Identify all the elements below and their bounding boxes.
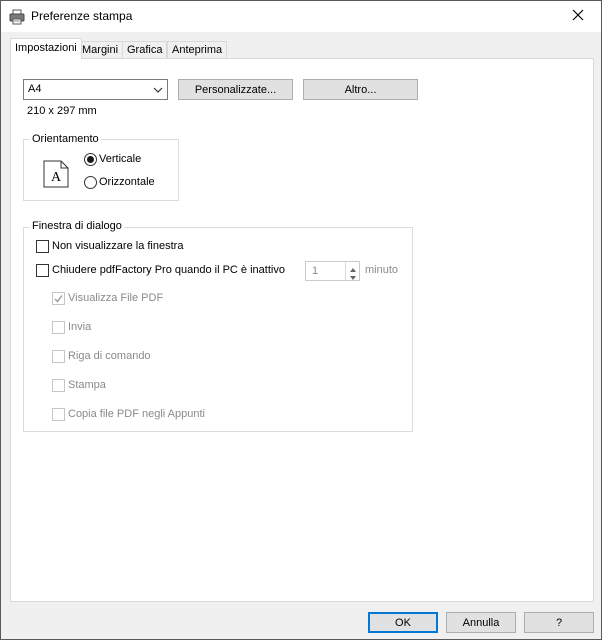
tab-label: Grafica [127, 44, 163, 56]
close-when-idle-label: Chiudere pdfFactory Pro quando il PC è i… [52, 264, 285, 276]
print-preferences-dialog: Preferenze stampa Impostazioni Margini G… [0, 0, 602, 640]
landscape-radio[interactable] [84, 176, 97, 189]
send-label: Invia [68, 321, 92, 333]
tab-anteprima[interactable]: Anteprima [167, 41, 228, 59]
print-checkbox[interactable] [52, 379, 65, 392]
cancel-button[interactable]: Annulla [446, 612, 516, 633]
chevron-down-icon[interactable] [349, 272, 357, 284]
landscape-label: Orizzontale [99, 176, 155, 188]
custom-size-label: Personalizzate... [194, 83, 277, 96]
tab-label: Anteprima [172, 44, 223, 56]
portrait-radio[interactable] [84, 153, 97, 166]
tab-impostazioni[interactable]: Impostazioni [10, 38, 82, 59]
svg-text:A: A [51, 170, 62, 185]
stepper-arrows[interactable] [345, 262, 359, 280]
printer-icon [9, 9, 25, 25]
dialog-group-label: Finestra di dialogo [30, 220, 124, 232]
print-label: Stampa [68, 379, 106, 391]
help-button[interactable]: ? [524, 612, 594, 633]
command-line-label: Riga di comando [68, 350, 151, 362]
title-bar: Preferenze stampa [1, 1, 601, 32]
copy-clipboard-label: Copia file PDF negli Appunti [68, 408, 205, 420]
dont-show-checkbox[interactable] [36, 240, 49, 253]
other-size-button[interactable]: Altro... [303, 79, 418, 100]
paper-size-select[interactable]: A4 [23, 79, 168, 100]
close-button[interactable] [555, 1, 601, 31]
tab-grafica[interactable]: Grafica [122, 41, 168, 59]
tab-label: Margini [82, 44, 119, 56]
custom-size-button[interactable]: Personalizzate... [178, 79, 293, 100]
close-when-idle-checkbox[interactable] [36, 264, 49, 277]
tab-margini[interactable]: Margini [77, 41, 124, 59]
ok-label: OK [395, 616, 411, 629]
portrait-label: Verticale [99, 153, 142, 165]
tab-label: Impostazioni [15, 42, 77, 54]
window-title: Preferenze stampa [31, 9, 133, 23]
idle-minutes-value: 1 [312, 265, 319, 277]
cancel-label: Annulla [462, 616, 500, 629]
paper-size-value: A4 [28, 83, 42, 95]
idle-minutes-stepper[interactable]: 1 [305, 261, 360, 281]
dont-show-label: Non visualizzare la finestra [52, 240, 184, 252]
idle-minutes-unit: minuto [365, 264, 399, 276]
close-icon [572, 9, 584, 24]
show-pdf-label: Visualizza File PDF [68, 292, 164, 304]
orientation-group-label: Orientamento [30, 133, 101, 145]
help-label: ? [555, 616, 563, 629]
command-line-checkbox[interactable] [52, 350, 65, 363]
show-pdf-checkbox[interactable] [52, 292, 65, 305]
chevron-down-icon [153, 85, 163, 95]
other-size-label: Altro... [344, 83, 377, 96]
ok-button[interactable]: OK [368, 612, 438, 633]
send-checkbox[interactable] [52, 321, 65, 334]
paper-dimensions: 210 x 297 mm [27, 105, 97, 117]
page-portrait-icon: A [43, 160, 69, 191]
copy-clipboard-checkbox[interactable] [52, 408, 65, 421]
